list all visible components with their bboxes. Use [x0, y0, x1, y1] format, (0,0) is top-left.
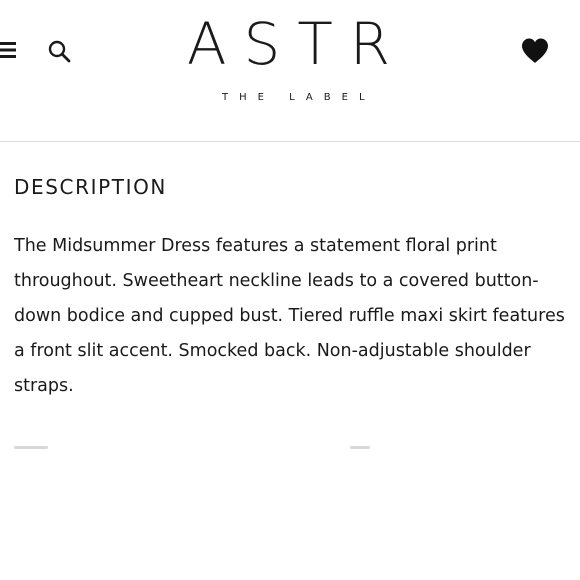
site-header: ASTR THE LABEL — [0, 0, 580, 142]
description-heading: DESCRIPTION — [14, 175, 167, 199]
menu-icon[interactable] — [0, 41, 16, 59]
brand-tagline: THE LABEL — [222, 92, 376, 103]
product-description: The Midsummer Dress features a statement… — [14, 236, 565, 396]
heart-icon[interactable] — [520, 37, 550, 64]
brand-logo[interactable]: ASTR — [172, 14, 422, 74]
search-icon[interactable] — [47, 39, 73, 65]
faded-content-row — [14, 446, 414, 454]
